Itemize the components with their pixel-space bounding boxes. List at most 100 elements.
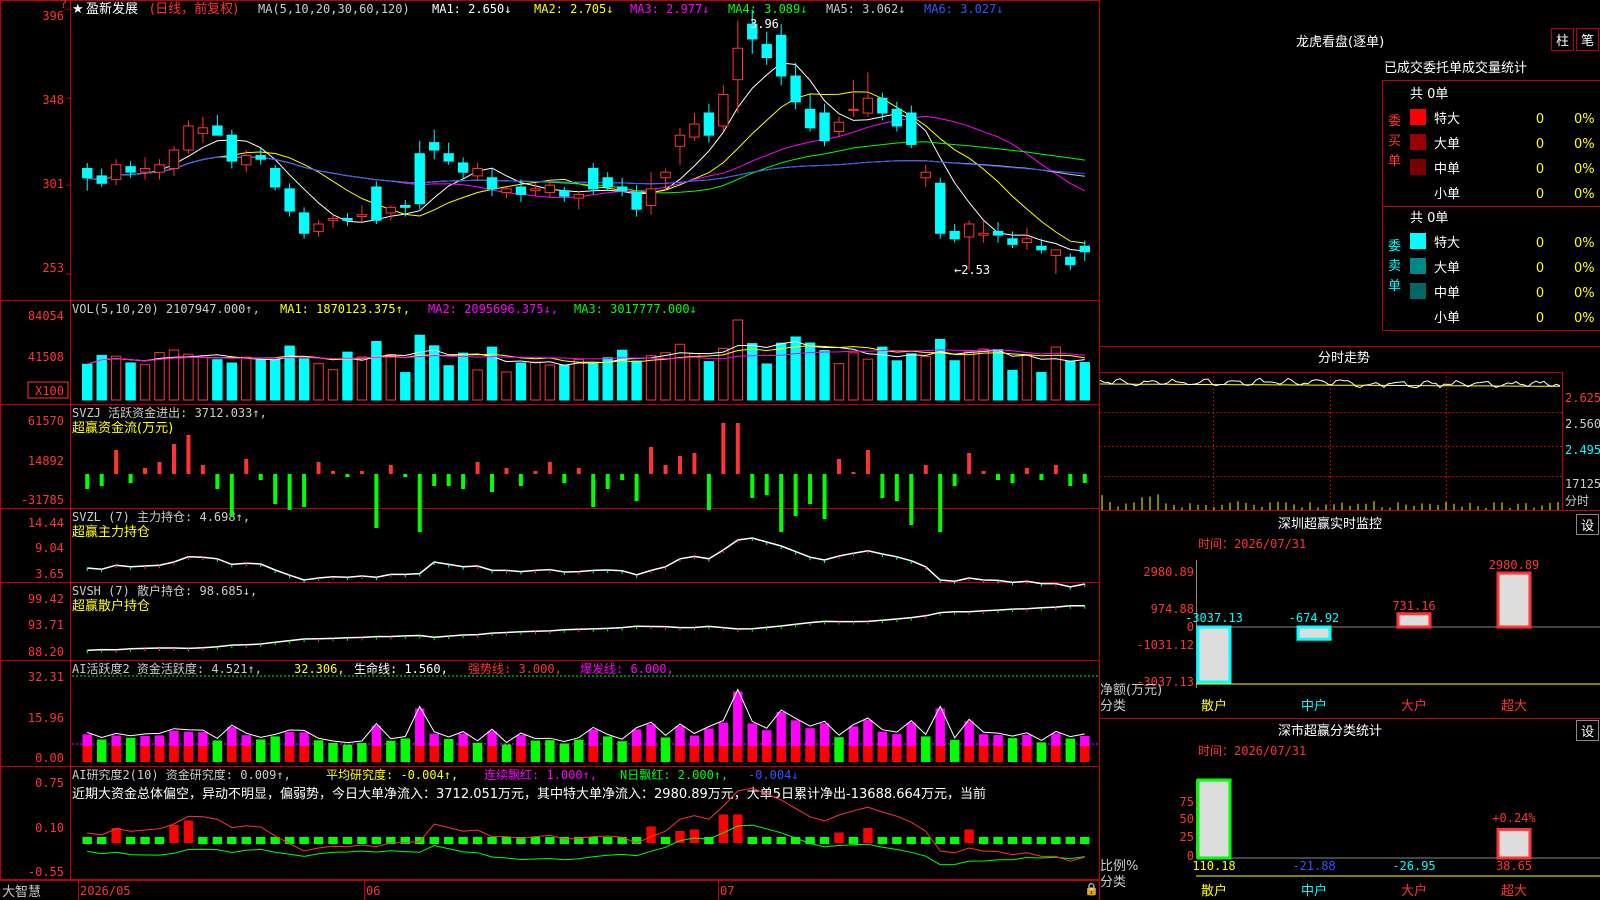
intraday-tick: 2.625	[1565, 391, 1600, 405]
svzj-bar	[215, 474, 220, 489]
lock-icon[interactable]: 🔒	[1084, 882, 1099, 896]
svzj-bar	[374, 474, 379, 528]
stock-title[interactable]: 盈新发展	[86, 1, 138, 17]
sz-class-chart: 7550250110.18散户-21.88中户-26.95大户38.65超大+0…	[1180, 778, 1600, 899]
sz-class-value: -21.88	[1292, 859, 1335, 873]
order-value: 0	[1536, 261, 1544, 276]
volume-bar	[414, 334, 425, 401]
ai2-bar	[1051, 837, 1061, 844]
stock-chart-canvas[interactable]: 396 348 301 253 84054 41508 X100 61570 1…	[0, 0, 1600, 900]
volume-bar	[848, 352, 859, 401]
svsh-label: SVSH (7) 散户持仓: 98.685↓,	[72, 583, 257, 598]
buy-side-label-1: 委	[1388, 114, 1401, 129]
ai1-bar-base	[964, 746, 974, 762]
order-value: 0	[1536, 286, 1544, 301]
volume-bar	[457, 352, 469, 401]
volume-bar	[559, 364, 570, 401]
order-swatch	[1410, 258, 1426, 274]
ai1-bar	[1065, 738, 1076, 762]
ai1-bar	[357, 743, 367, 762]
svzj-tick: 61570	[28, 414, 64, 428]
volume-bar	[429, 345, 440, 401]
volume-bar	[530, 361, 541, 401]
candle-body	[110, 164, 122, 181]
volume-bars	[82, 319, 1090, 401]
sz-monitor-time: 时间：2026/07/31	[1198, 537, 1306, 551]
date-tick: 07	[720, 884, 734, 898]
ai2-bar	[1022, 837, 1032, 844]
volume-bar	[703, 361, 715, 401]
order-swatch	[1410, 233, 1426, 249]
candle-body	[718, 94, 729, 127]
order-pct: 0%	[1574, 137, 1595, 152]
candle-body	[602, 177, 613, 188]
vol-tick: 41508	[28, 350, 64, 364]
candle-body	[833, 121, 845, 132]
candle-body	[645, 188, 657, 207]
svzj-bar	[331, 471, 335, 474]
svzl-axis: 14.44 9.04 3.65	[28, 516, 64, 581]
ai2-bar	[227, 837, 237, 844]
order-name: 中单	[1434, 162, 1460, 177]
svzj-bar	[808, 474, 813, 504]
ai1-bar-base	[371, 746, 382, 762]
candle-body	[168, 149, 180, 169]
ai2-bar	[328, 837, 338, 844]
sz-monitor-category: 大户	[1401, 698, 1427, 714]
candle-body	[226, 134, 237, 162]
volume-bar	[443, 365, 454, 401]
ai1-label: AI活跃度2 资金活跃度: 4.521↑,	[72, 661, 262, 676]
ai2-bar	[198, 837, 208, 844]
ai1-bar	[212, 740, 223, 762]
svzl-tick: 14.44	[28, 516, 64, 530]
order-value: 0	[1536, 162, 1544, 177]
candle-body	[689, 123, 700, 138]
svzj-bar	[1024, 468, 1029, 474]
svsh-header: SVSH (7) 散户持仓: 98.685↓, 超赢散户持仓	[72, 583, 257, 614]
ai2-bar	[848, 837, 859, 844]
sz-class-category: 超大	[1501, 884, 1527, 899]
vol-axis: 84054 41508	[28, 309, 64, 364]
candles[interactable]	[82, 9, 1090, 274]
order-name: 小单	[1434, 311, 1460, 326]
candle-body	[949, 230, 960, 240]
candle-body	[342, 217, 353, 221]
candle-body	[212, 125, 223, 136]
svzj-bar	[649, 447, 654, 474]
candle-body	[197, 127, 209, 134]
candle-body	[804, 108, 816, 129]
volume-bar	[110, 355, 122, 401]
ai1-bar-base	[892, 746, 902, 762]
ai2-bar	[284, 837, 295, 844]
ai2-bar	[183, 820, 194, 843]
ai1-strong: 强势线: 3.000,	[468, 662, 562, 676]
ai1-bar	[96, 739, 107, 762]
svzj-bar	[432, 474, 437, 486]
ai2-bar	[978, 837, 989, 844]
ai1-bar-base	[588, 746, 598, 762]
sz-class-tick: 50	[1180, 812, 1194, 826]
sz-class-category: 大户	[1401, 883, 1427, 899]
svzj-bar	[880, 474, 885, 498]
price-tick: 253	[42, 261, 64, 275]
svsh-tick: 93.71	[28, 618, 64, 632]
price-axis: 396 348 301 253	[42, 9, 64, 275]
ai1-bar-base	[762, 746, 772, 762]
ai1-bar-base	[978, 746, 989, 762]
buy-rows: 特大 0 0% 大单 0 0% 中单 0 0% 小单 0 0%	[1409, 109, 1595, 202]
svzj-bar	[461, 474, 466, 489]
ai2-bar	[342, 837, 353, 844]
sz-class-xlabel: 分类	[1100, 875, 1126, 890]
volume-bar	[645, 355, 657, 401]
candle-body	[616, 186, 628, 192]
stock-mode[interactable]: (日线，前复权)	[150, 1, 238, 17]
candle-body	[775, 34, 787, 77]
intraday-tick: 2.560	[1565, 417, 1600, 431]
candle-body	[660, 171, 671, 179]
star-icon[interactable]: ★	[72, 2, 84, 17]
ai2-bar	[1065, 837, 1076, 844]
ai1-bar-base	[675, 746, 685, 762]
order-pct: 0%	[1574, 112, 1595, 127]
svzj-bar	[1053, 465, 1058, 474]
ma3-value: MA3: 2.977↓	[630, 2, 709, 16]
